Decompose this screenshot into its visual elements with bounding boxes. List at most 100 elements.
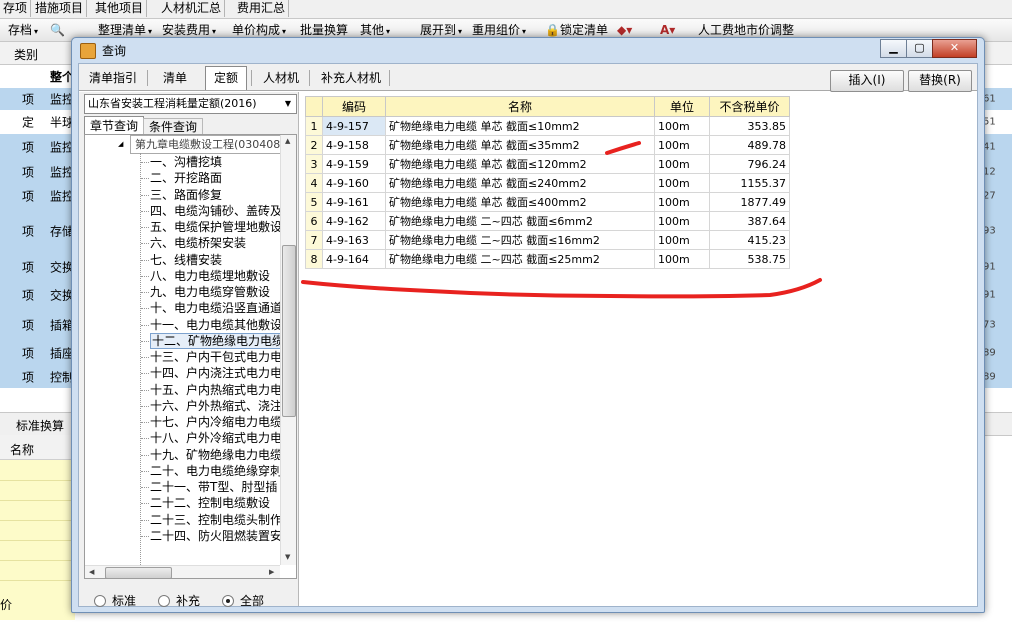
cell-name[interactable]: 矿物绝缘电力电缆 二~四芯 截面≤6mm2 (385, 211, 655, 231)
toolbar-install-fee[interactable]: 安装费用 ▾ (162, 22, 216, 38)
cell-code[interactable]: 4-9-158 (322, 135, 386, 155)
tree-scroll-thumb[interactable] (282, 245, 296, 417)
cell-unit[interactable]: 100m (654, 192, 710, 212)
toolbar-labor-price-adjust[interactable]: 人工费地市价调整 (698, 22, 794, 38)
tree-item[interactable]: 二十、电力电缆绝缘穿刺 (141, 463, 282, 479)
toolbar-arrange-list[interactable]: 整理清单 ▾ (98, 22, 152, 38)
tab-condition-search[interactable]: 条件查询 (143, 118, 203, 135)
tree-item[interactable]: 四、电缆沟铺砂、盖砖及 (141, 203, 282, 219)
font-color-icon[interactable]: A▾ (660, 22, 675, 38)
tab-list[interactable]: 清单 (153, 68, 197, 88)
cell-price[interactable]: 387.64 (709, 211, 790, 231)
table-row[interactable]: 8 4-9-164 矿物绝缘电力电缆 二~四芯 截面≤25mm2 100m 538.75 (305, 249, 790, 269)
cell-name[interactable]: 矿物绝缘电力电缆 单芯 截面≤400mm2 (385, 192, 655, 212)
maximize-icon[interactable]: ▢ (906, 39, 933, 58)
tab-quota[interactable]: 定额 (205, 66, 247, 90)
toolbar-unit-price[interactable]: 单价构成 ▾ (232, 22, 286, 38)
row-number[interactable]: 6 (305, 211, 323, 231)
cell-unit[interactable]: 100m (654, 116, 710, 136)
tree-item[interactable]: 六、电缆桥架安装 (141, 235, 246, 251)
toolbar-archive[interactable]: 存档 ▾ (8, 22, 38, 38)
cell-price[interactable]: 415.23 (709, 230, 790, 250)
tree-item[interactable]: 七、线槽安装 (141, 252, 222, 268)
cell-code[interactable]: 4-9-163 (322, 230, 386, 250)
cell-code[interactable]: 4-9-157 (322, 116, 386, 136)
cell-code[interactable]: 4-9-162 (322, 211, 386, 231)
collapse-triangle-icon[interactable]: ◢ (118, 140, 123, 148)
row-number[interactable]: 1 (305, 116, 323, 136)
tree-item[interactable]: 二十一、带T型、肘型插 (141, 479, 277, 495)
quota-library-select[interactable]: 山东省安装工程消耗量定额(2016) ▼ (84, 94, 297, 114)
radio-standard[interactable] (94, 595, 106, 607)
tree-item[interactable]: 九、电力电缆穿管敷设 (141, 284, 270, 300)
cell-name[interactable]: 矿物绝缘电力电缆 二~四芯 截面≤16mm2 (385, 230, 655, 250)
replace-button[interactable]: 替换(R) (908, 70, 972, 92)
cell-price[interactable]: 353.85 (709, 116, 790, 136)
column-header-code[interactable]: 编码 (322, 96, 386, 117)
tree-hscroll-thumb[interactable] (105, 567, 172, 578)
tree-root-chapter[interactable]: 第九章电缆敷设工程(030408) (130, 135, 290, 154)
binoculars-icon[interactable]: 🔍 (50, 22, 65, 38)
scroll-left-icon[interactable]: ◀ (89, 568, 94, 576)
row-number[interactable]: 8 (305, 249, 323, 269)
main-tab-cost-summary[interactable]: 费用汇总 (234, 0, 290, 17)
column-header-unit[interactable]: 单位 (654, 96, 710, 117)
table-row[interactable]: 5 4-9-161 矿物绝缘电力电缆 单芯 截面≤400mm2 100m 1877.49 (305, 192, 790, 212)
main-tab-measures[interactable]: 措施项目 (32, 0, 88, 17)
cell-code[interactable]: 4-9-159 (322, 154, 386, 174)
toolbar-reuse-pricing[interactable]: 重用组价 ▾ (472, 22, 526, 38)
tree-horizontal-scrollbar[interactable]: ◀ ▶ (85, 565, 280, 578)
tree-vertical-scrollbar[interactable]: ▲ ▼ (280, 135, 296, 565)
cell-name[interactable]: 矿物绝缘电力电缆 单芯 截面≤10mm2 (385, 116, 655, 136)
tree-item[interactable]: 二十三、控制电缆头制作 (141, 512, 282, 528)
lower-tab-standard-convert[interactable]: 标准换算 (16, 417, 64, 434)
tree-item[interactable]: 二十二、控制电缆敷设 (141, 495, 270, 511)
radio-supplementary[interactable] (158, 595, 170, 607)
tree-item[interactable]: 十四、户内浇注式电力电 (141, 365, 282, 381)
minimize-icon[interactable]: ▁ (880, 39, 907, 58)
tab-supplementary-labor-material[interactable]: 补充人材机 (317, 68, 385, 88)
cell-unit[interactable]: 100m (654, 249, 710, 269)
tab-list-guide[interactable]: 清单指引 (85, 68, 141, 88)
tab-chapter-search[interactable]: 章节查询 (84, 116, 144, 135)
tree-item[interactable]: 二、开挖路面 (141, 170, 222, 186)
table-row[interactable]: 2 4-9-158 矿物绝缘电力电缆 单芯 截面≤35mm2 100m 489.78 (305, 135, 790, 155)
main-tab-other-items[interactable]: 其他项目 (92, 0, 148, 17)
cell-name[interactable]: 矿物绝缘电力电缆 单芯 截面≤120mm2 (385, 154, 655, 174)
tree-item[interactable]: 二十四、防火阻燃装置安 (141, 528, 282, 544)
cell-price[interactable]: 796.24 (709, 154, 790, 174)
row-number[interactable]: 5 (305, 192, 323, 212)
cell-unit[interactable]: 100m (654, 230, 710, 250)
column-header-name[interactable]: 名称 (385, 96, 655, 117)
cell-unit[interactable]: 100m (654, 154, 710, 174)
tree-item[interactable]: 十一、电力电缆其他敷设 (141, 317, 282, 333)
table-row[interactable]: 7 4-9-163 矿物绝缘电力电缆 二~四芯 截面≤16mm2 100m 415.23 (305, 230, 790, 250)
scroll-right-icon[interactable]: ▶ (269, 568, 274, 576)
row-number[interactable]: 4 (305, 173, 323, 193)
table-row[interactable]: 6 4-9-162 矿物绝缘电力电缆 二~四芯 截面≤6mm2 100m 387.64 (305, 211, 790, 231)
scroll-up-icon[interactable]: ▲ (285, 137, 290, 145)
cell-price[interactable]: 1155.37 (709, 173, 790, 193)
tree-item[interactable]: 十七、户内冷缩电力电缆 (141, 414, 282, 430)
cell-unit[interactable]: 100m (654, 135, 710, 155)
tab-labor-material[interactable]: 人材机 (259, 68, 303, 88)
toolbar-expand-to[interactable]: 展开到 ▾ (420, 22, 462, 38)
tree-item[interactable]: 十六、户外热缩式、浇注 (141, 398, 282, 414)
table-row[interactable]: 1 4-9-157 矿物绝缘电力电缆 单芯 截面≤10mm2 100m 353.85 (305, 116, 790, 136)
tree-item[interactable]: 十二、矿物绝缘电力电缆 (141, 332, 287, 349)
table-row[interactable]: 4 4-9-160 矿物绝缘电力电缆 单芯 截面≤240mm2 100m 1155.37 (305, 173, 790, 193)
column-header-price[interactable]: 不含税单价 (709, 96, 790, 117)
insert-button[interactable]: 插入(I) (830, 70, 904, 92)
cell-code[interactable]: 4-9-161 (322, 192, 386, 212)
cell-price[interactable]: 489.78 (709, 135, 790, 155)
tree-item[interactable]: 十五、户内热缩式电力电 (141, 382, 282, 398)
row-number[interactable]: 2 (305, 135, 323, 155)
cell-price[interactable]: 538.75 (709, 249, 790, 269)
cell-unit[interactable]: 100m (654, 211, 710, 231)
tree-item[interactable]: 十九、矿物绝缘电力电缆 (141, 447, 282, 463)
tree-item[interactable]: 一、沟槽挖填 (141, 154, 222, 170)
row-number[interactable]: 7 (305, 230, 323, 250)
radio-all[interactable] (222, 595, 234, 607)
tree-item[interactable]: 八、电力电缆埋地敷设 (141, 268, 270, 284)
cell-unit[interactable]: 100m (654, 173, 710, 193)
